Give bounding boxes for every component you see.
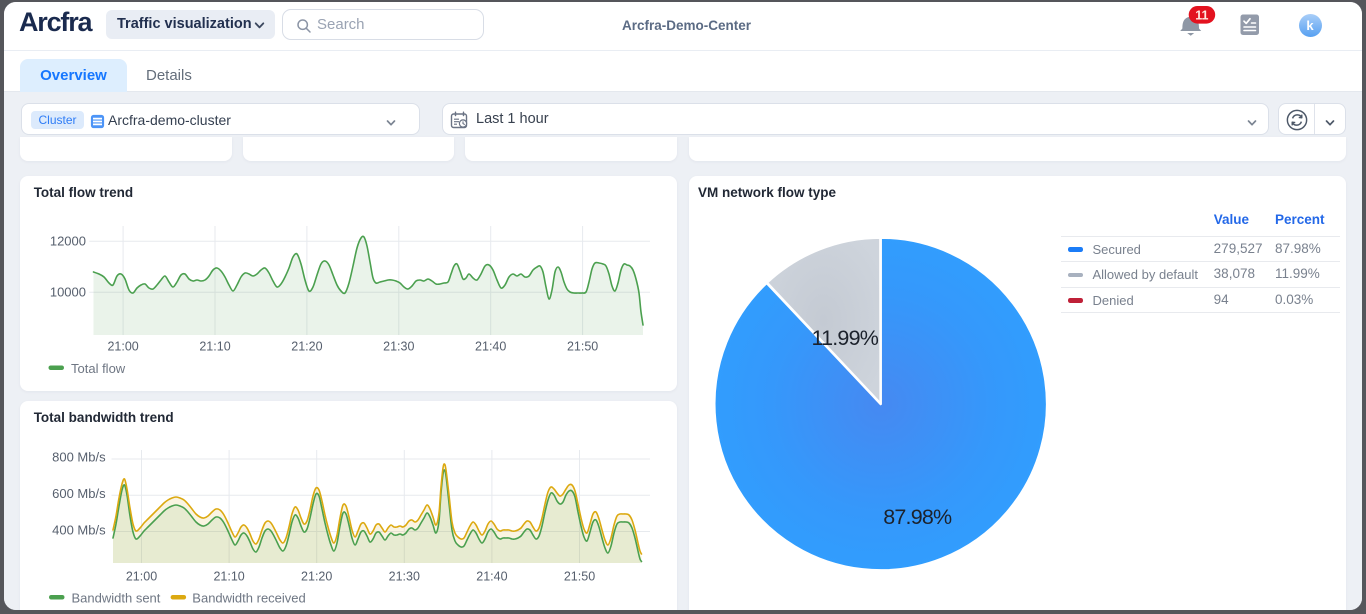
svg-text:21:30: 21:30	[383, 340, 414, 354]
svg-text:87.98%: 87.98%	[883, 505, 952, 529]
svg-text:21:10: 21:10	[199, 340, 230, 354]
svg-text:Bandwidth received: Bandwidth received	[192, 591, 305, 606]
svg-text:21:00: 21:00	[107, 340, 138, 354]
svg-text:Total flow: Total flow	[71, 361, 126, 376]
svg-text:21:20: 21:20	[291, 340, 322, 354]
svg-text:21:40: 21:40	[476, 570, 507, 584]
svg-text:400 Mb/s: 400 Mb/s	[52, 523, 106, 538]
svg-text:21:50: 21:50	[564, 570, 595, 584]
svg-text:12000: 12000	[50, 234, 86, 249]
svg-text:11.99%: 11.99%	[811, 326, 878, 350]
svg-text:21:00: 21:00	[126, 570, 157, 584]
svg-text:21:20: 21:20	[301, 570, 332, 584]
svg-text:21:50: 21:50	[567, 340, 598, 354]
svg-text:800 Mb/s: 800 Mb/s	[52, 450, 106, 465]
svg-text:600 Mb/s: 600 Mb/s	[52, 486, 106, 501]
svg-text:Bandwidth sent: Bandwidth sent	[72, 591, 161, 606]
svg-text:21:30: 21:30	[389, 570, 420, 584]
svg-text:10000: 10000	[50, 285, 86, 300]
svg-text:21:10: 21:10	[213, 570, 244, 584]
svg-text:11: 11	[1195, 8, 1208, 22]
svg-text:21:40: 21:40	[475, 340, 506, 354]
